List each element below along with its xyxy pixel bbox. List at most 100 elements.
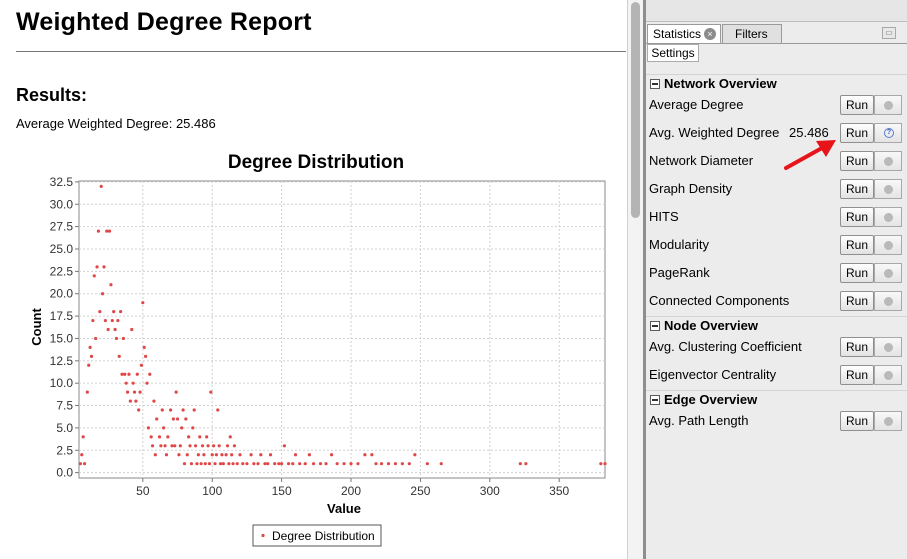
data-point	[217, 444, 221, 448]
chart-legend: Degree Distribution	[252, 524, 382, 547]
data-point	[130, 327, 134, 332]
run-button[interactable]: Run	[840, 235, 874, 255]
run-button[interactable]: Run	[840, 263, 874, 283]
run-button[interactable]: Run	[840, 337, 874, 357]
report-scrollbar[interactable]	[627, 0, 643, 559]
tab-filters[interactable]: Filters	[722, 24, 782, 43]
degree-distribution-chart: Degree Distribution 0.0 2.5 5.0 7.5 10.0 12.5…	[29, 152, 607, 547]
data-point	[303, 462, 307, 466]
statistic-row: Avg. Weighted Degree 25.486 Run?	[646, 120, 907, 146]
statistic-row: Average Degree Run	[646, 92, 907, 118]
section-header[interactable]: Node Overview	[646, 316, 907, 334]
data-point	[155, 417, 159, 421]
data-point	[400, 462, 404, 466]
data-point	[149, 435, 153, 439]
data-point	[92, 274, 96, 278]
status-dot-icon	[884, 157, 893, 166]
statistic-label: Average Degree	[649, 97, 744, 112]
data-point	[113, 327, 117, 332]
data-point	[228, 435, 232, 439]
data-point	[152, 399, 156, 403]
run-button[interactable]: Run	[840, 95, 874, 115]
data-point	[100, 292, 105, 296]
statistic-label: Connected Components	[649, 293, 790, 308]
status-button[interactable]	[874, 411, 902, 431]
section-header[interactable]: Edge Overview	[646, 390, 907, 408]
statistic-row: Graph Density Run	[646, 176, 907, 202]
data-point	[235, 462, 239, 466]
report-scrollbar-thumb[interactable]	[631, 2, 640, 218]
minimize-icon[interactable]: ▭	[882, 27, 896, 39]
data-point	[210, 453, 214, 457]
data-point	[148, 372, 152, 376]
data-point	[198, 435, 202, 439]
data-point	[188, 444, 192, 448]
status-button[interactable]	[874, 207, 902, 227]
data-point	[141, 301, 145, 305]
run-button[interactable]: Run	[840, 291, 874, 311]
run-button[interactable]: Run	[840, 179, 874, 199]
run-button[interactable]: Run	[840, 365, 874, 385]
section-header[interactable]: Network Overview	[646, 74, 907, 92]
statistic-label: Eigenvector Centrality	[649, 367, 777, 382]
statistic-label: HITS	[649, 209, 679, 224]
collapse-minus-icon[interactable]	[650, 321, 660, 331]
data-point	[203, 462, 207, 466]
status-button[interactable]	[874, 179, 902, 199]
statistic-label: Graph Density	[649, 181, 733, 196]
status-dot-icon	[884, 417, 893, 426]
data-point	[439, 462, 443, 466]
status-button[interactable]	[874, 291, 902, 311]
statistic-row: Avg. Clustering Coefficient Run	[646, 334, 907, 360]
status-dot-icon	[884, 213, 893, 222]
data-point	[139, 363, 144, 367]
data-point	[212, 444, 216, 448]
data-point	[318, 462, 323, 466]
data-point	[137, 408, 141, 412]
tab-statistics[interactable]: Statistics ×	[647, 24, 721, 43]
data-point	[171, 417, 175, 421]
status-button[interactable]	[874, 337, 902, 357]
status-button[interactable]	[874, 151, 902, 171]
data-point	[191, 426, 195, 430]
statistic-row: Connected Components Run	[646, 288, 907, 314]
run-button[interactable]: Run	[840, 207, 874, 227]
status-button[interactable]	[874, 235, 902, 255]
data-point	[116, 318, 120, 323]
data-point	[393, 462, 398, 466]
data-point	[256, 462, 260, 466]
settings-button[interactable]: Settings	[647, 44, 699, 62]
statistic-row: Network Diameter Run	[646, 148, 907, 174]
data-point	[209, 390, 213, 394]
close-circle-icon[interactable]: ×	[704, 28, 716, 40]
collapse-minus-icon[interactable]	[650, 79, 660, 89]
data-point	[221, 462, 225, 466]
run-button[interactable]: Run	[840, 151, 874, 171]
status-button[interactable]	[874, 263, 902, 283]
data-point	[178, 444, 182, 448]
data-point	[124, 381, 128, 385]
report-help-button[interactable]: ?	[874, 123, 902, 143]
report-title: Weighted Degree Report	[16, 8, 312, 36]
results-heading: Results:	[16, 85, 88, 105]
data-point	[174, 390, 178, 394]
data-point	[249, 453, 253, 457]
status-button[interactable]	[874, 365, 902, 385]
run-button[interactable]: Run	[840, 411, 874, 431]
y-tick-label: 20.0	[50, 287, 74, 301]
data-point	[370, 453, 374, 457]
collapse-minus-icon[interactable]	[650, 395, 660, 405]
run-button[interactable]: Run	[840, 123, 874, 143]
data-point	[356, 462, 360, 466]
y-tick-label: 12.5	[50, 354, 74, 368]
data-point	[150, 444, 155, 448]
data-point	[95, 265, 99, 269]
data-point	[94, 336, 98, 341]
data-point	[99, 184, 103, 188]
data-point	[185, 453, 189, 457]
x-tick-label: 100	[202, 484, 222, 498]
legend-label: Degree Distribution	[272, 529, 375, 543]
data-point	[164, 453, 169, 457]
data-point	[103, 318, 107, 323]
status-button[interactable]	[874, 95, 902, 115]
